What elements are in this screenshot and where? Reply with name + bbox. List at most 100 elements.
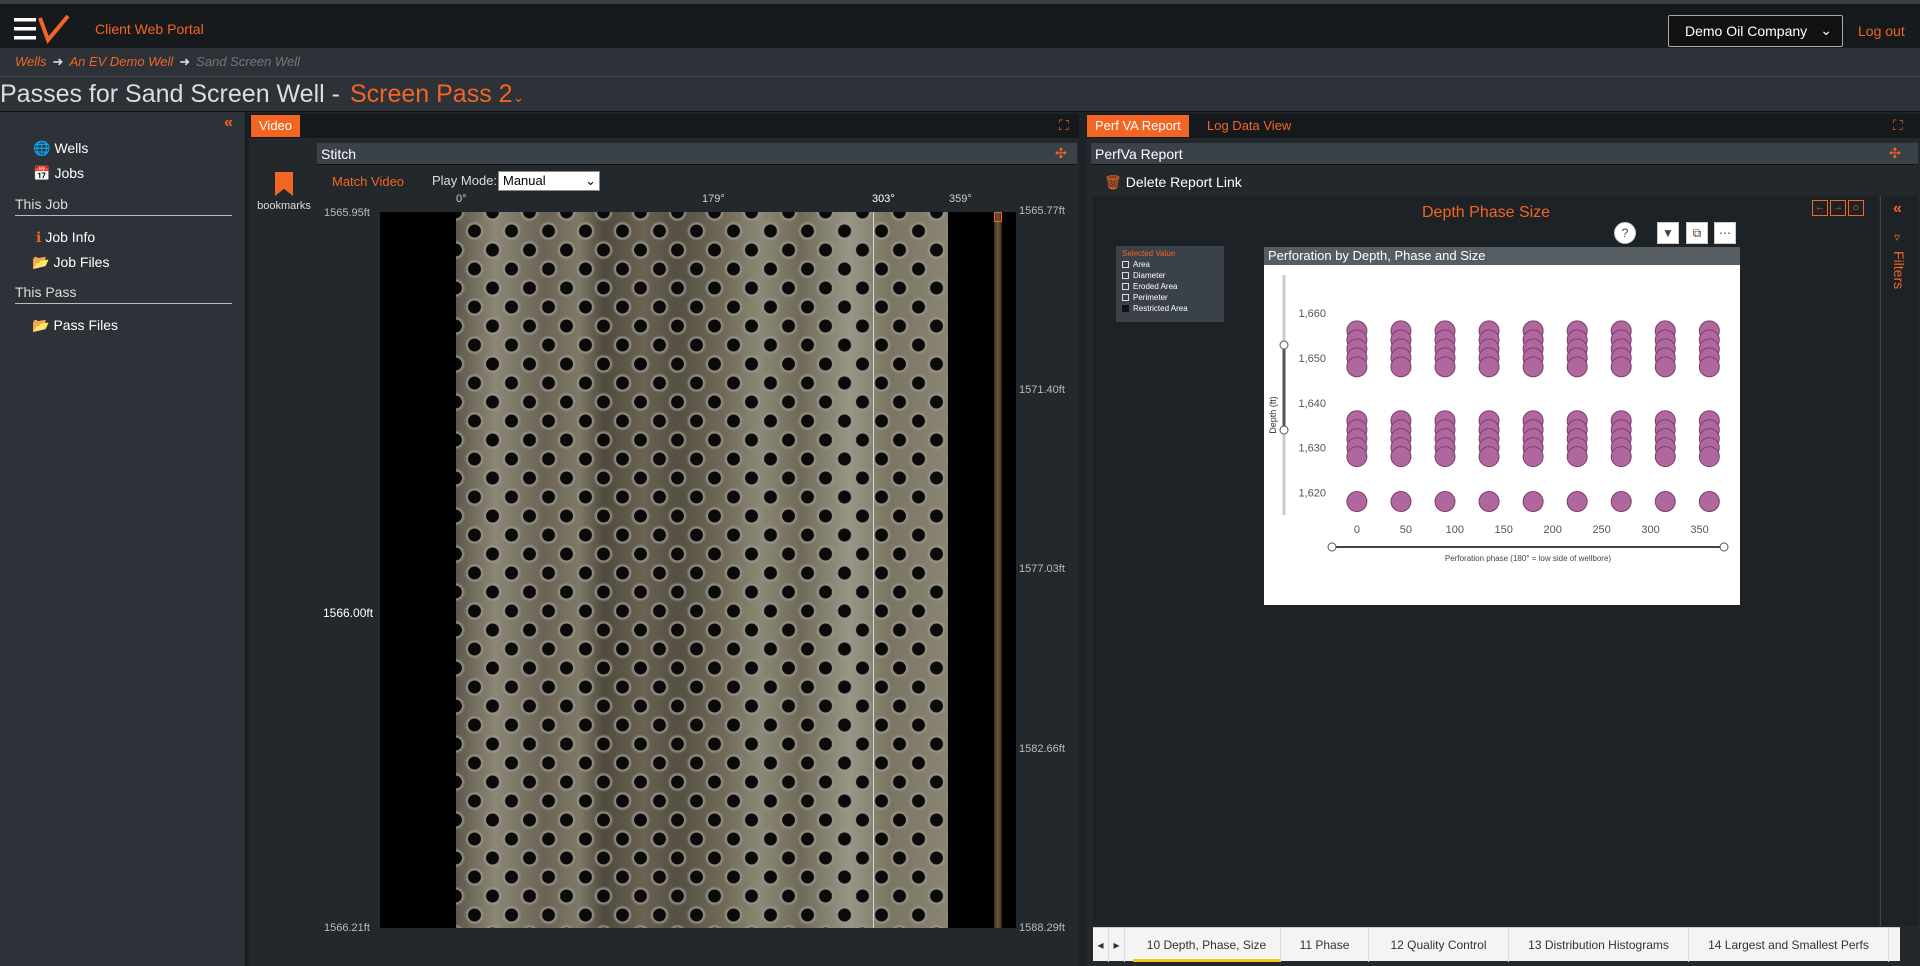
checkbox[interactable]: [1122, 294, 1129, 302]
folder-icon: 📂: [32, 254, 50, 270]
scroll-marker[interactable]: [994, 212, 1002, 222]
play-mode-label: Play Mode:: [432, 173, 498, 188]
slicer-option[interactable]: Perimeter: [1122, 293, 1218, 302]
x-tick-label: 100: [1446, 524, 1464, 536]
collapse-icon[interactable]: ✣: [1055, 145, 1067, 162]
filters-label: Filters: [1891, 251, 1907, 290]
sidebar-item-pass-files[interactable]: 📂 Pass Files: [32, 317, 118, 334]
tab-log-data-view[interactable]: Log Data View: [1199, 115, 1299, 137]
tab-depth-phase-size[interactable]: 10 Depth, Phase, Size: [1133, 928, 1281, 962]
delete-report-link[interactable]: 🗑 Delete Report Link: [1104, 174, 1242, 191]
filters-pane[interactable]: « ▿ Filters: [1880, 196, 1918, 926]
calendar-icon: 📅: [33, 165, 51, 181]
right-depth: 1565.77ft: [1019, 205, 1065, 217]
checkbox[interactable]: [1122, 283, 1129, 291]
data-point: [1698, 491, 1720, 513]
slicer-label: Restricted Area: [1133, 304, 1188, 313]
chevron-down-icon[interactable]: ⌄: [513, 89, 525, 105]
expand-filters-icon[interactable]: «: [1893, 200, 1902, 218]
data-point: [1346, 446, 1368, 468]
next-page-icon[interactable]: ▸: [1109, 928, 1125, 962]
filter-icon[interactable]: ▼: [1657, 222, 1679, 244]
breadcrumb-wells[interactable]: Wells: [15, 54, 47, 69]
data-point: [1434, 446, 1456, 468]
arrow-left-icon[interactable]: ←: [1812, 200, 1828, 216]
right-depth: 1577.03ft: [1019, 563, 1065, 575]
checkbox[interactable]: [1122, 305, 1129, 313]
pass-selector[interactable]: Screen Pass 2: [350, 80, 513, 108]
slicer-option[interactable]: Eroded Area: [1122, 282, 1218, 291]
perforated-screen-image: [456, 212, 948, 928]
report-page-tabs: ◂ ▸ 10 Depth, Phase, Size 11 Phase 12 Qu…: [1093, 927, 1900, 962]
data-point: [1346, 356, 1368, 378]
data-point: [1610, 446, 1632, 468]
y-tick-label: 1,620: [1298, 488, 1326, 500]
more-options-icon[interactable]: ⋯: [1714, 222, 1736, 244]
expand-icon[interactable]: ⛶: [1059, 117, 1069, 134]
sidebar-item-jobs[interactable]: 📅 Jobs: [33, 165, 84, 182]
help-icon[interactable]: ?: [1614, 222, 1636, 244]
slicer-label: Eroded Area: [1133, 282, 1178, 291]
y-axis-label: Depth (ft): [1268, 396, 1278, 434]
data-point: [1654, 356, 1676, 378]
collapse-sidebar-icon[interactable]: «: [224, 114, 233, 132]
data-point: [1698, 446, 1720, 468]
perfva-header: PerfVa Report: [1091, 143, 1918, 165]
breadcrumb-well[interactable]: An EV Demo Well: [69, 54, 173, 69]
data-point: [1654, 446, 1676, 468]
tab-perf-va-report[interactable]: Perf VA Report: [1087, 115, 1189, 137]
focus-mode-icon[interactable]: ⧉: [1686, 222, 1708, 244]
tab-largest-smallest-perfs[interactable]: 14 Largest and Smallest Perfs: [1689, 928, 1889, 962]
bookmarks-label: bookmarks: [257, 200, 311, 212]
degree-tick: 179°: [702, 193, 725, 205]
chart-title: Perforation by Depth, Phase and Size: [1264, 247, 1740, 265]
x-tick-label: 50: [1400, 524, 1412, 536]
degree-tick: 359°: [949, 193, 972, 205]
match-video-button[interactable]: Match Video: [332, 174, 404, 189]
ev-logo[interactable]: [12, 12, 74, 46]
slicer-label: Perimeter: [1133, 293, 1168, 302]
bookmarks-button[interactable]: bookmarks: [254, 172, 314, 212]
logout-link[interactable]: Log out: [1858, 23, 1905, 39]
globe-icon: 🌐: [33, 140, 51, 156]
x-tick-label: 150: [1495, 524, 1513, 536]
play-mode-value: Manual: [503, 173, 546, 188]
slicer-option[interactable]: Restricted Area: [1122, 304, 1218, 313]
tab-quality-control[interactable]: 12 Quality Control: [1369, 928, 1509, 962]
slicer-option[interactable]: Diameter: [1122, 271, 1218, 280]
sidebar-item-wells[interactable]: 🌐 Wells: [33, 140, 88, 157]
sidebar-item-label: Job Info: [45, 229, 96, 245]
cursor-line[interactable]: [873, 212, 874, 928]
depth-scroll-strip[interactable]: [994, 212, 1002, 928]
sidebar-item-label: Pass Files: [53, 317, 119, 333]
home-icon[interactable]: ⌂: [1848, 200, 1864, 216]
page-title: Passes for Sand Screen Well -: [0, 80, 340, 108]
play-mode-select[interactable]: Manual ⌄: [498, 171, 600, 191]
checkbox[interactable]: [1122, 261, 1129, 269]
breadcrumb: Wells ➜ An EV Demo Well ➜ Sand Screen Well: [0, 48, 1920, 76]
tab-distribution-histograms[interactable]: 13 Distribution Histograms: [1509, 928, 1689, 962]
slicer-option[interactable]: Area: [1122, 260, 1218, 269]
data-point: [1390, 356, 1412, 378]
checkbox[interactable]: [1122, 272, 1129, 280]
tab-video[interactable]: Video: [251, 115, 301, 137]
video-tab-bar: [249, 114, 1079, 138]
collapse-icon[interactable]: ✣: [1889, 145, 1901, 162]
stitch-image-viewer[interactable]: [380, 212, 1016, 928]
company-select[interactable]: Demo Oil Company ⌄: [1668, 15, 1843, 47]
tab-phase[interactable]: 11 Phase: [1281, 928, 1369, 962]
y-tick-label: 1,650: [1298, 353, 1326, 365]
sidebar-item-job-info[interactable]: ℹ Job Info: [36, 229, 95, 246]
sidebar: « 🌐 Wells 📅 Jobs This Job ℹ Job Info 📂 Job F…: [0, 112, 247, 966]
data-point: [1522, 491, 1544, 513]
data-point: [1698, 356, 1720, 378]
funnel-icon: ▿: [1894, 230, 1901, 244]
expand-icon[interactable]: ⛶: [1893, 117, 1903, 134]
prev-page-icon[interactable]: ◂: [1093, 928, 1109, 962]
top-bar: Client Web Portal Demo Oil Company ⌄ Log …: [0, 0, 1920, 48]
sidebar-item-label: Jobs: [54, 165, 85, 181]
chevron-down-icon: ⌄: [585, 173, 596, 188]
info-icon: ℹ: [36, 229, 42, 245]
arrow-right-icon[interactable]: →: [1830, 200, 1846, 216]
sidebar-item-job-files[interactable]: 📂 Job Files: [32, 254, 109, 271]
